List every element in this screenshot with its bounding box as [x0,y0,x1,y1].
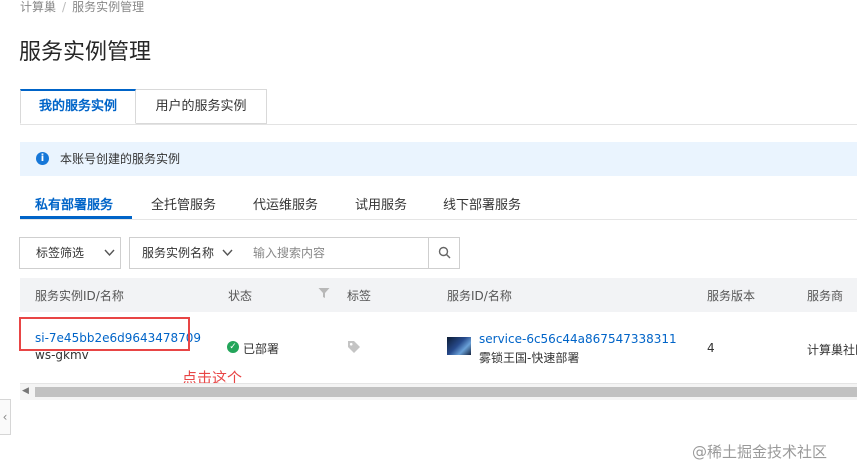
breadcrumb-separator: / [62,0,67,14]
chevron-down-icon [104,238,115,280]
service-version: 4 [707,341,715,355]
subtab-offline-deploy[interactable]: 线下部署服务 [443,194,521,213]
search-button[interactable] [428,237,460,269]
status-text: 已部署 [243,342,280,356]
notice-banner: i 本账号创建的服务实例 [20,142,857,176]
column-header-status: 状态 [228,289,253,303]
page-title: 服务实例管理 [19,40,152,65]
scroll-left-icon[interactable]: ◀ [22,386,29,396]
subtab-active-indicator [20,216,132,219]
breadcrumb-item-current: 服务实例管理 [72,0,145,14]
search-input[interactable] [241,237,429,269]
breadcrumb: 计算巢 / 服务实例管理 [20,0,144,15]
tab-user-instances[interactable]: 用户的服务实例 [136,89,267,124]
tag-filter-button[interactable]: 标签筛选 [19,237,121,269]
chevron-left-icon: ‹ [2,410,8,424]
subtab-fully-managed[interactable]: 全托管服务 [151,194,216,213]
subtab-private-deploy[interactable]: 私有部署服务 [35,194,113,213]
notice-text: 本账号创建的服务实例 [60,152,181,166]
column-header-version: 服务版本 [707,289,756,303]
info-icon: i [36,152,49,165]
column-header-instance: 服务实例ID/名称 [35,289,124,303]
search-field-label: 服务实例名称 [142,246,215,260]
breadcrumb-item-computenest[interactable]: 计算巢 [20,0,56,14]
subtabs-divider [20,219,857,220]
chevron-down-icon [222,238,233,280]
filter-icon[interactable] [318,287,330,299]
scrollbar-thumb[interactable] [35,387,857,397]
tabs-divider [20,124,857,125]
tag-filter-label: 标签筛选 [36,246,85,260]
column-header-provider: 服务商 [807,289,844,303]
subtab-trial[interactable]: 试用服务 [355,194,407,213]
column-header-service: 服务ID/名称 [447,289,512,303]
search-field-select[interactable]: 服务实例名称 [129,237,242,269]
search-icon [438,246,451,259]
service-id-link[interactable]: service-6c56c44a867547338311 [479,332,677,346]
tag-icon[interactable] [347,340,361,354]
subtab-managed-ops[interactable]: 代运维服务 [253,194,318,213]
tab-my-instances[interactable]: 我的服务实例 [20,89,136,124]
service-thumbnail [447,337,471,355]
column-header-tags: 标签 [347,289,372,303]
service-provider: 计算巢社区 [807,343,857,357]
sidebar-collapse-handle[interactable]: ‹ [0,399,11,435]
service-name: 雾锁王国-快速部署 [479,351,580,365]
watermark: @稀土掘金技术社区 [692,443,828,461]
highlight-box [19,317,190,351]
check-circle-icon: ✓ [227,341,239,353]
